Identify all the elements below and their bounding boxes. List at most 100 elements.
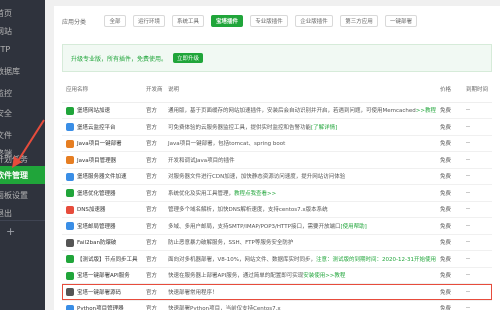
sidebar-item-label: 计划任务 (0, 154, 28, 164)
plugin-expiry: -- (462, 135, 492, 152)
plugin-description-text: 开发和调试Java项目的插件 (168, 157, 235, 164)
plugin-price: 免费 (436, 283, 462, 301)
plugin-description: 面向对多机器部署，V8-10%，网站文件、数据库实时同步，注意：测试版的到期时间… (164, 250, 436, 268)
sidebar-item-label: 文件 (0, 130, 12, 140)
plugin-icon (66, 156, 74, 164)
plugin-price: 免费 (436, 151, 462, 169)
plugin-name: Java项目一键部署 (77, 141, 122, 147)
table-row[interactable]: Fail2ban防爆破 官方 防止恶意暴力破解服务，SSH、FTP等服务安全防护 免费… (62, 234, 492, 251)
table-row[interactable]: 宝塔一键部署API服务 官方 快速在服务器上部署API服务，通过简单的配置即可实现安… (62, 267, 492, 284)
header-expiry: 到期时间 (462, 80, 492, 103)
plugin-expiry-text: -- (466, 173, 470, 180)
plugin-icon (66, 238, 74, 247)
plugin-description-text: 面向对多机器部署，V8-10%，网站文件、数据库实时同步， (168, 256, 316, 263)
table-row[interactable]: 宝塔邮局管理器 官方 多域、多用户邮局，支持SMTP/IMAP/POP3/HTTP接… (62, 217, 492, 235)
plugin-price: 免费 (436, 250, 462, 268)
plugin-description-text: 系统优化及实用工具管理， (168, 190, 235, 197)
plugin-price: 免费 (436, 135, 462, 152)
plugin-developer-text: 官方 (146, 223, 158, 230)
plugin-developer-text: 官方 (146, 207, 158, 214)
plugin-description: 通用版，基于页面缓存的网站加速插件，安装后会自动识别并开启，若遇到问题，可使用M… (164, 102, 436, 119)
plugin-expiry: -- (462, 234, 492, 251)
plugin-description: 管理多个域名解析，加快DNS解析速度，支持centos7.x版本系统 (164, 201, 436, 218)
plugin-price-text: 免费 (440, 273, 452, 280)
plugin-name-cell: 堡塔网站加速 (62, 102, 142, 119)
header-name: 应用名称 (62, 80, 142, 103)
plugin-name-cell: Fail2ban防爆破 (62, 234, 142, 251)
plugin-expiry: -- (462, 102, 492, 119)
plugin-help-link[interactable]: [使用帮助] (340, 224, 366, 230)
plugin-description-text: 防止恶意暴力破解服务，SSH、FTP等服务安全防护 (168, 240, 294, 247)
app-root: 首页 网站 FTP 数据库 监控 安全 文件 终端 计划任务 软件管理 面板设置… (0, 0, 500, 310)
plugin-developer: 官方 (142, 201, 164, 218)
plugin-name: Fail2ban防爆破 (77, 240, 117, 246)
plugin-price: 免费 (436, 300, 462, 310)
plugin-name-cell: 宝塔一键部署API服务 (62, 267, 142, 284)
table-row[interactable]: Java项目管理器 官方 开发和调试Java项目的插件 免费 -- (62, 151, 492, 169)
table-row[interactable]: 堡塔云监控平台 官方 可免费体验的云服务器监控工具，提供实时监控和告警功能[了解详情… (62, 118, 492, 136)
filter-button-one-click-deploy[interactable]: 一键部署 (385, 15, 417, 27)
plugin-name-cell: DNS加速器 (62, 201, 142, 218)
table-row[interactable]: 堡塔优化管理器 官方 系统优化及实用工具管理，教程点我查看>> 免费 -- (62, 184, 492, 202)
plugin-price: 免费 (436, 184, 462, 202)
sidebar-item-home[interactable]: 首页 (0, 4, 45, 22)
upgrade-button[interactable]: 立即升级 (173, 53, 204, 63)
plugin-expiry: -- (462, 283, 492, 301)
sidebar-item-label: 面板设置 (0, 190, 28, 200)
sidebar-item-security[interactable]: 安全 (0, 104, 45, 122)
plugin-developer-text: 官方 (146, 190, 158, 197)
table-row[interactable]: Java项目一键部署 官方 Java项目一键部署，包括tomcat、spring b… (62, 135, 492, 152)
plugin-icon (66, 222, 74, 230)
plugin-developer-text: 官方 (146, 256, 158, 263)
table-row[interactable]: Python项目管理器 官方 快速部署Python项目，当前仅支持Centos7.x… (62, 300, 492, 310)
table-body: 堡塔网站加速官方 通用版，基于页面缓存的网站加速插件，安装后会自动识别并开启，若遇… (62, 102, 492, 310)
sidebar-item-settings[interactable]: 面板设置 (0, 186, 45, 204)
sidebar-item-monitor[interactable]: 监控 (0, 84, 45, 102)
plugin-help-link[interactable]: 注意：测试版的到期时间：2020-12-31开始使用>> (316, 257, 436, 263)
plugin-help-link[interactable]: [了解详情] (311, 125, 337, 131)
filter-button-enterprise-plugins[interactable]: 企业版插件 (295, 15, 333, 27)
sidebar-item-database[interactable]: 数据库 (0, 62, 45, 80)
table-row[interactable]: 堡塔服务器文件加速 官方 对服务器文件进行CDN加速，加快静态资源访问速度，提升网站… (62, 168, 492, 185)
plugin-name-cell: Python项目管理器 (62, 300, 142, 310)
add-icon[interactable]: + (6, 225, 15, 238)
plugin-developer-text: 官方 (146, 157, 158, 164)
table-row[interactable]: 【测试版】节点同步工具 官方 面向对多机器部署，V8-10%，网站文件、数据库实时同… (62, 250, 492, 268)
plugin-expiry-text: -- (466, 239, 470, 246)
plugin-expiry: -- (462, 151, 492, 169)
table-row[interactable]: DNS加速器 官方 管理多个域名解析，加快DNS解析速度，支持centos7.x版本… (62, 201, 492, 218)
plugin-name: 【测试版】节点同步工具 (77, 256, 138, 263)
table-row[interactable]: 宝塔一键部署源码 官方 快速部署常用程序！ 免费 -- (62, 283, 492, 301)
sidebar-item-ftp[interactable]: FTP (0, 40, 45, 58)
filter-button-all[interactable]: 全部 (104, 15, 126, 27)
plugin-price-text: 免费 (440, 256, 452, 263)
plugin-name: Python项目管理器 (77, 306, 124, 310)
plugin-name: Java项目管理器 (77, 157, 117, 164)
plugin-name: 宝塔一键部署源码 (77, 289, 122, 296)
plugin-description-text: 可免费体验的云服务器监控工具，提供实时监控和告警功能 (168, 124, 312, 131)
sidebar-item-files[interactable]: 文件 (0, 126, 45, 144)
plugin-expiry: -- (462, 217, 492, 235)
plugin-icon (66, 288, 74, 296)
filter-button-pro-plugins[interactable]: 专业版插件 (250, 15, 288, 27)
sidebar-item-site[interactable]: 网站 (0, 22, 45, 40)
plugin-help-link[interactable]: 教程点我查看>> (234, 191, 276, 197)
sidebar-item-software[interactable]: 软件管理 (0, 166, 45, 184)
plugin-price-text: 免费 (440, 289, 452, 296)
filter-button-system-tools[interactable]: 系统工具 (172, 15, 204, 27)
filter-button-bt-plugins[interactable]: 宝塔插件 (211, 15, 243, 27)
plugin-help-link[interactable]: >>教程 (416, 108, 436, 114)
header-price: 价格 (436, 80, 462, 103)
filter-button-runtime[interactable]: 运行环境 (133, 15, 165, 27)
plugin-price: 免费 (436, 168, 462, 185)
table-row[interactable]: 堡塔网站加速 官方 通用版，基于页面缓存的网站加速插件，安装后会自动识别并开启，若遇… (62, 102, 492, 119)
plugin-price: 免费 (436, 217, 462, 235)
plugin-description: 系统优化及实用工具管理，教程点我查看>> (164, 184, 436, 202)
plugin-help-link[interactable]: 安装使用>>教程 (303, 273, 345, 279)
plugin-expiry-text: -- (466, 288, 470, 295)
plugin-description: Java项目一键部署，包括tomcat、spring boot (164, 135, 436, 152)
plugin-description: 快速部署常用程序！ (164, 283, 436, 301)
plugin-icon (66, 304, 74, 310)
plugin-icon (66, 123, 74, 131)
filter-button-third-party[interactable]: 第三方应用 (340, 15, 378, 27)
